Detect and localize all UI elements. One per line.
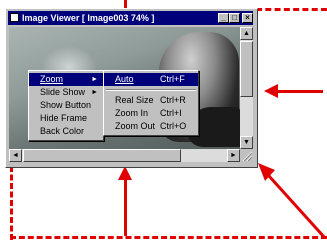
shortcut-label: Ctrl+F	[160, 74, 185, 84]
menu-item-label: Hide Frame	[40, 113, 88, 123]
resize-grip-icon	[242, 151, 253, 162]
scroll-up-button[interactable]: ▲	[240, 27, 253, 40]
scroll-right-button[interactable]: ►	[227, 149, 240, 162]
submenu-item-label: Auto	[115, 74, 134, 84]
vertical-scroll-thumb[interactable]	[240, 41, 253, 97]
arrow-right-head	[264, 84, 278, 98]
submenu-item-zoom-in[interactable]: Zoom In Ctrl+I	[104, 107, 198, 120]
app-icon[interactable]	[10, 13, 19, 22]
submenu-arrow-icon: ►	[91, 89, 98, 96]
menu-item-label: Back Color	[40, 126, 85, 136]
arrow-bottom-head	[118, 166, 132, 180]
horizontal-scroll-thumb[interactable]	[23, 149, 181, 162]
submenu-item-label: Zoom Out	[115, 121, 156, 131]
scroll-left-button[interactable]: ◄	[9, 149, 22, 162]
zoom-submenu: Auto Ctrl+F Real Size Ctrl+R Zoom In Ctr…	[103, 70, 199, 136]
close-button[interactable]: ×	[242, 13, 253, 23]
window-title: Image Viewer [ Image003 74% ]	[22, 13, 155, 23]
shortcut-label: Ctrl+O	[160, 121, 187, 131]
submenu-item-label: Zoom In	[115, 108, 149, 118]
menu-item-label: Show Button	[40, 100, 92, 110]
minimize-button[interactable]: _	[218, 13, 229, 23]
submenu-item-zoom-out[interactable]: Zoom Out Ctrl+O	[104, 120, 198, 133]
submenu-arrow-icon: ►	[91, 76, 98, 83]
arrow-right-stem	[278, 90, 323, 93]
menu-item-hide-frame[interactable]: Hide Frame	[29, 112, 103, 125]
context-menu: Zoom ► Slide Show ► Show Button Hide Fra…	[28, 70, 104, 141]
menu-item-zoom[interactable]: Zoom ►	[29, 73, 103, 86]
submenu-item-real-size[interactable]: Real Size Ctrl+R	[104, 94, 198, 107]
arrow-bottom-stem	[124, 178, 127, 236]
menu-item-back-color[interactable]: Back Color	[29, 125, 103, 138]
submenu-item-auto[interactable]: Auto Ctrl+F	[104, 73, 198, 86]
menu-item-label: Slide Show	[40, 87, 86, 97]
menu-separator	[106, 89, 196, 91]
vertical-scrollbar[interactable]: ▲ ▼	[240, 27, 253, 149]
menu-item-show-button[interactable]: Show Button	[29, 99, 103, 112]
shortcut-label: Ctrl+R	[160, 95, 186, 105]
submenu-item-label: Real Size	[115, 95, 154, 105]
horizontal-scrollbar[interactable]: ◄ ►	[9, 149, 240, 162]
title-bar[interactable]: Image Viewer [ Image003 74% ] _ □ ×	[8, 11, 253, 25]
guide-line-left	[10, 166, 13, 240]
resize-grip[interactable]	[240, 149, 253, 162]
maximize-button[interactable]: □	[229, 13, 240, 23]
scroll-down-button[interactable]: ▼	[240, 136, 253, 149]
guide-line-top	[256, 8, 327, 11]
arrow-diagonal	[258, 163, 327, 240]
menu-item-label: Zoom	[40, 74, 64, 84]
shortcut-label: Ctrl+I	[160, 108, 182, 118]
menu-item-slide-show[interactable]: Slide Show ►	[29, 86, 103, 99]
